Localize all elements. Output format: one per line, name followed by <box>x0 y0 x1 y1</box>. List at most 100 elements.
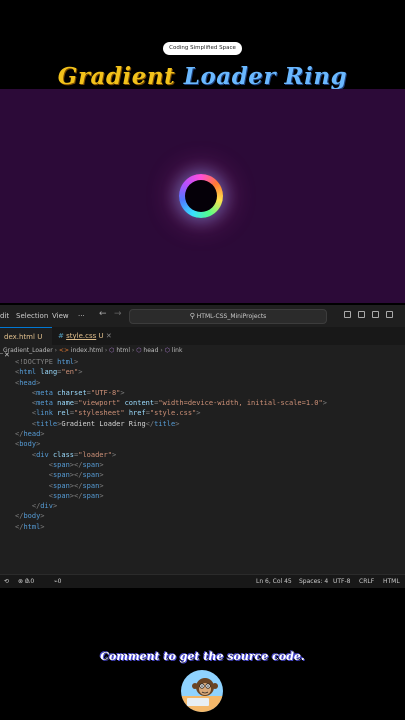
chevron-right-icon: › <box>104 347 108 354</box>
menu-selection[interactable]: Selection <box>16 312 48 320</box>
line-endings[interactable]: CRLF <box>359 575 374 588</box>
element-icon: ⬡ <box>136 347 142 354</box>
code-line[interactable]: <meta charset="UTF-8"> <box>0 388 405 398</box>
code-line[interactable]: </html> <box>0 522 405 532</box>
status-bar: ⟲ ⊗ 0 ⚠ 0 ⌁ 0 Ln 6, Col 45 Spaces: 4 UTF… <box>0 574 405 588</box>
code-token: "width=device-width, initial-scale=1.0" <box>158 399 323 408</box>
tab-label: style.css <box>66 332 97 340</box>
code-token: div <box>36 450 53 459</box>
css-file-icon: # <box>58 332 64 340</box>
code-line[interactable]: <!DOCTYPE html> <box>0 357 405 367</box>
code-token: <!DOCTYPE <box>15 358 58 366</box>
code-token: title <box>36 419 58 428</box>
menu-more[interactable]: ··· <box>78 312 85 320</box>
code-line[interactable]: </head> <box>0 429 405 439</box>
code-line[interactable]: <head> <box>0 378 405 388</box>
html-file-icon: <> <box>58 347 69 354</box>
code-token: span <box>52 471 70 480</box>
code-token: span <box>82 491 100 500</box>
editor-tabs: dex.html U ✕ # style.css U ✕ <box>0 327 405 359</box>
forward-arrow-icon[interactable]: → <box>114 309 122 319</box>
monkey-mascot-icon <box>181 678 223 712</box>
code-token: name <box>57 399 75 408</box>
language-mode[interactable]: HTML <box>383 575 400 588</box>
menu-bar: dit Selection View ··· ← → ⚲ HTML-CSS_Mi… <box>0 305 405 328</box>
page-title: Gradient Loader Ring <box>0 63 405 90</box>
tab-label: dex.html <box>4 333 35 341</box>
breadcrumb-html[interactable]: html <box>116 347 130 354</box>
code-token: > <box>36 440 41 449</box>
encoding[interactable]: UTF-8 <box>333 575 351 588</box>
code-token: > <box>99 471 104 480</box>
code-line[interactable]: <link rel="stylesheet" href="style.css"> <box>0 408 405 418</box>
code-token: > <box>99 481 104 490</box>
breadcrumb-link[interactable]: link <box>172 347 183 354</box>
breadcrumb-file[interactable]: index.html <box>71 347 103 354</box>
breadcrumb-head[interactable]: head <box>143 347 158 354</box>
tab-style-css[interactable]: # style.css U ✕ <box>54 327 116 345</box>
code-token: charset <box>57 388 87 397</box>
element-icon: ⬡ <box>109 347 115 354</box>
cursor-position[interactable]: Ln 6, Col 45 <box>256 575 292 588</box>
title-loader-ring: Loader Ring <box>183 63 348 90</box>
code-line[interactable]: <title>Gradient Loader Ring</title> <box>0 419 405 429</box>
problems-indicator[interactable]: ⊗ 0 ⚠ 0 <box>18 575 34 588</box>
avatar <box>181 670 223 712</box>
menu-view[interactable]: View <box>52 312 69 320</box>
code-line[interactable]: <div class="loader"> <box>0 450 405 460</box>
customize-layout-icon[interactable] <box>386 311 393 318</box>
code-line[interactable]: <body> <box>0 439 405 449</box>
code-token: class <box>52 450 75 459</box>
command-search-input[interactable]: ⚲ HTML-CSS_MiniProjects <box>129 309 327 324</box>
chevron-right-icon: › <box>54 347 57 354</box>
code-line[interactable]: <meta name="viewport" content="width=dev… <box>0 398 405 408</box>
code-line[interactable]: </div> <box>0 501 405 511</box>
code-line[interactable]: <span></span> <box>0 470 405 480</box>
code-token: head <box>23 430 41 439</box>
code-token: span <box>52 460 70 469</box>
code-token: > <box>175 419 180 428</box>
code-line[interactable]: <span></span> <box>0 481 405 491</box>
code-token: ></ <box>69 481 83 490</box>
code-token: Gradient Loader Ring <box>61 419 146 428</box>
remote-icon[interactable]: ⟲ <box>4 575 9 588</box>
code-token: > <box>99 491 104 500</box>
ports-indicator[interactable]: ⌁ 0 <box>54 575 61 588</box>
search-project-name: HTML-CSS_MiniProjects <box>196 313 267 320</box>
code-token: rel <box>57 409 70 418</box>
indentation[interactable]: Spaces: 4 <box>299 575 328 588</box>
code-token: "loader" <box>78 450 112 459</box>
toggle-primary-sidebar-icon[interactable] <box>344 311 351 318</box>
code-editor-window: dit Selection View ··· ← → ⚲ HTML-CSS_Mi… <box>0 305 405 588</box>
toggle-panel-icon[interactable] <box>358 311 365 318</box>
code-token: content <box>124 399 155 408</box>
code-token: html <box>57 358 75 366</box>
code-line[interactable]: <span></span> <box>0 491 405 501</box>
code-token: ></ <box>69 491 83 500</box>
code-token: </ <box>145 419 155 428</box>
code-line[interactable]: </body> <box>0 511 405 521</box>
code-line[interactable]: <span></span> <box>0 460 405 470</box>
back-arrow-icon[interactable]: ← <box>99 309 107 319</box>
code-area[interactable]: <!DOCTYPE html> <html lang="en"> <head> <m… <box>0 357 405 532</box>
code-token: > <box>40 522 45 531</box>
menu-edit[interactable]: dit <box>0 312 9 320</box>
toggle-secondary-sidebar-icon[interactable] <box>372 311 379 318</box>
title-gradient: Gradient <box>57 63 176 90</box>
breadcrumb-folder[interactable]: _Gradient_Loader <box>0 347 53 354</box>
channel-badge: Coding Simplified Space <box>163 42 242 55</box>
tab-index-html[interactable]: dex.html U ✕ <box>0 327 52 359</box>
error-count: 0 <box>24 578 29 585</box>
code-token: html <box>23 522 41 531</box>
code-token: > <box>99 460 104 469</box>
call-to-action-text: Comment to get the source code. <box>100 650 305 663</box>
code-token: body <box>23 512 41 521</box>
close-icon[interactable]: ✕ <box>106 332 112 340</box>
code-line[interactable]: <html lang="en"> <box>0 367 405 377</box>
